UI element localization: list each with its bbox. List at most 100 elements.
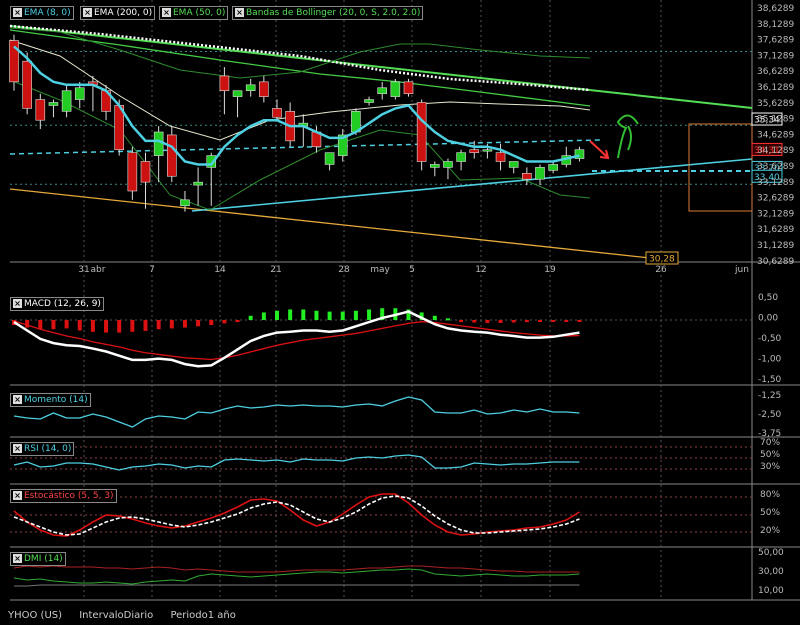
trend-badge-label: 30,28 — [649, 255, 675, 265]
stochastic-tick-label: 80% — [760, 490, 780, 500]
macd-histogram-bar — [222, 320, 227, 324]
price-tick-label: 31,6289 — [757, 225, 794, 235]
indicator-tag-dmi[interactable]: × DMI (14) — [10, 552, 66, 566]
macd-panel: 0,50 0,00 -0,50 -1,00 -1,50 — [10, 293, 782, 385]
close-icon[interactable]: × — [13, 491, 22, 500]
indicator-tag-ema50[interactable]: × EMA (50, 0) — [159, 6, 229, 20]
symbol-label: YHOO (US) — [8, 610, 63, 621]
momentum-tick-label: -1,25 — [758, 391, 781, 401]
stochastic-panel: 80% 50% 20% — [10, 490, 780, 537]
date-tick-label: 5 — [409, 265, 415, 275]
candle-body — [390, 81, 401, 97]
candle-body — [403, 81, 414, 94]
macd-histogram-bar — [551, 320, 556, 322]
candle-body — [74, 87, 85, 100]
macd-histogram-bar — [90, 320, 95, 332]
date-tick-label: 26 — [655, 265, 667, 275]
status-footer: YHOO (US) IntervaloDiario Periodo1 año — [8, 610, 250, 621]
macd-histogram-bar — [511, 320, 516, 323]
close-icon[interactable]: × — [13, 444, 22, 453]
candle-body — [364, 99, 374, 103]
macd-histogram-bar — [432, 315, 437, 320]
macd-histogram-bar — [524, 320, 529, 323]
dmi-panel: 50,00 30,00 10,00 — [13, 548, 784, 596]
date-tick-label: 12 — [475, 265, 486, 275]
dmi-minus-line — [13, 565, 580, 573]
price-tick-label: 35,6289 — [757, 99, 794, 109]
candle-body — [469, 149, 480, 153]
macd-histogram-bar — [485, 320, 490, 323]
close-icon[interactable]: × — [13, 395, 22, 404]
macd-histogram-bar — [275, 310, 279, 320]
indicator-tag-momentum[interactable]: × Momento (14) — [10, 393, 91, 407]
indicator-tag-ema8[interactable]: × EMA (8, 0) — [10, 6, 74, 20]
candle-body — [153, 131, 164, 156]
indicator-tag-rsi[interactable]: × RSI (14, 0) — [10, 442, 75, 456]
macd-histogram-bar — [117, 320, 122, 333]
candle-body — [535, 167, 545, 180]
macd-histogram-bar — [327, 311, 332, 320]
candle-body — [324, 152, 335, 165]
close-icon[interactable]: × — [162, 8, 171, 17]
macd-histogram-bar — [564, 320, 569, 322]
close-icon[interactable]: × — [235, 8, 244, 17]
up-arrow-icon — [616, 114, 639, 159]
candle-body — [245, 84, 256, 92]
date-tick-label: 14 — [214, 265, 226, 275]
price-tick-label: 32,1289 — [757, 209, 794, 219]
date-tick-label: 28 — [338, 265, 350, 275]
macd-histogram-bar — [261, 312, 266, 320]
rsi-tick-label: 30% — [760, 462, 780, 472]
close-icon[interactable]: × — [13, 554, 22, 563]
macd-histogram-bar — [143, 320, 148, 331]
candle-body — [167, 134, 177, 177]
price-tick-label: 33,6289 — [757, 162, 794, 172]
indicator-tag-stochastic[interactable]: × Estocástico (5, 5, 3) — [10, 489, 117, 503]
candle-body — [22, 60, 32, 109]
macd-histogram-bar — [235, 320, 240, 323]
price-tick-label: 34,1289 — [757, 146, 794, 156]
resistance-trendline — [9, 25, 753, 109]
rsi-tick-label: 70% — [760, 438, 780, 448]
price-panel: 35,3434,3133,7033,4030,28 — [9, 24, 783, 265]
macd-histogram-bar — [340, 311, 345, 320]
momentum-tick-label: -2,50 — [758, 410, 782, 420]
macd-histogram-bar — [301, 309, 306, 320]
macd-histogram-bar — [169, 320, 174, 329]
macd-histogram-bar — [459, 320, 464, 323]
indicator-tag-ema200[interactable]: × EMA (200, 0) — [80, 6, 156, 20]
close-icon[interactable]: × — [83, 8, 92, 17]
rsi-line — [13, 454, 580, 471]
price-tick-label: 38,6289 — [757, 4, 794, 14]
macd-histogram-bar — [25, 320, 30, 328]
date-tick-label: abr — [91, 265, 106, 275]
date-tick-label: 21 — [270, 265, 281, 275]
macd-histogram-bar — [498, 320, 503, 323]
candle-body — [508, 161, 519, 168]
bollinger-lower — [9, 79, 591, 211]
macd-histogram-bar — [367, 309, 372, 320]
support-trendline — [9, 188, 651, 259]
candle-body — [259, 81, 269, 97]
macd-histogram-bar — [156, 320, 161, 330]
macd-histogram-bar — [472, 320, 477, 323]
candle-body — [232, 90, 243, 97]
ema8-line — [13, 45, 580, 166]
price-tick-label: 33,1289 — [757, 178, 794, 188]
macd-histogram-bar — [104, 320, 109, 333]
indicator-tag-macd[interactable]: × MACD (12, 26, 9) — [10, 297, 104, 311]
price-tick-label: 37,1289 — [757, 51, 794, 61]
close-icon[interactable]: × — [13, 8, 22, 17]
candle-body — [219, 75, 230, 92]
date-tick-label: 31 — [78, 265, 89, 275]
indicator-tag-bollinger[interactable]: × Bandas de Bollinger (20, 0, S, 2.0, 2.0… — [232, 6, 424, 20]
dmi-plus-line — [13, 568, 580, 585]
date-tick-label: jun — [734, 265, 749, 275]
candle-body — [522, 173, 532, 180]
date-tick-label: may — [370, 265, 390, 275]
macd-tick-label: 0,50 — [758, 293, 778, 303]
close-icon[interactable]: × — [13, 299, 22, 308]
price-tick-label: 34,6289 — [757, 130, 794, 140]
macd-tick-label: 0,00 — [758, 314, 778, 324]
stochastic-tick-label: 20% — [760, 526, 780, 536]
